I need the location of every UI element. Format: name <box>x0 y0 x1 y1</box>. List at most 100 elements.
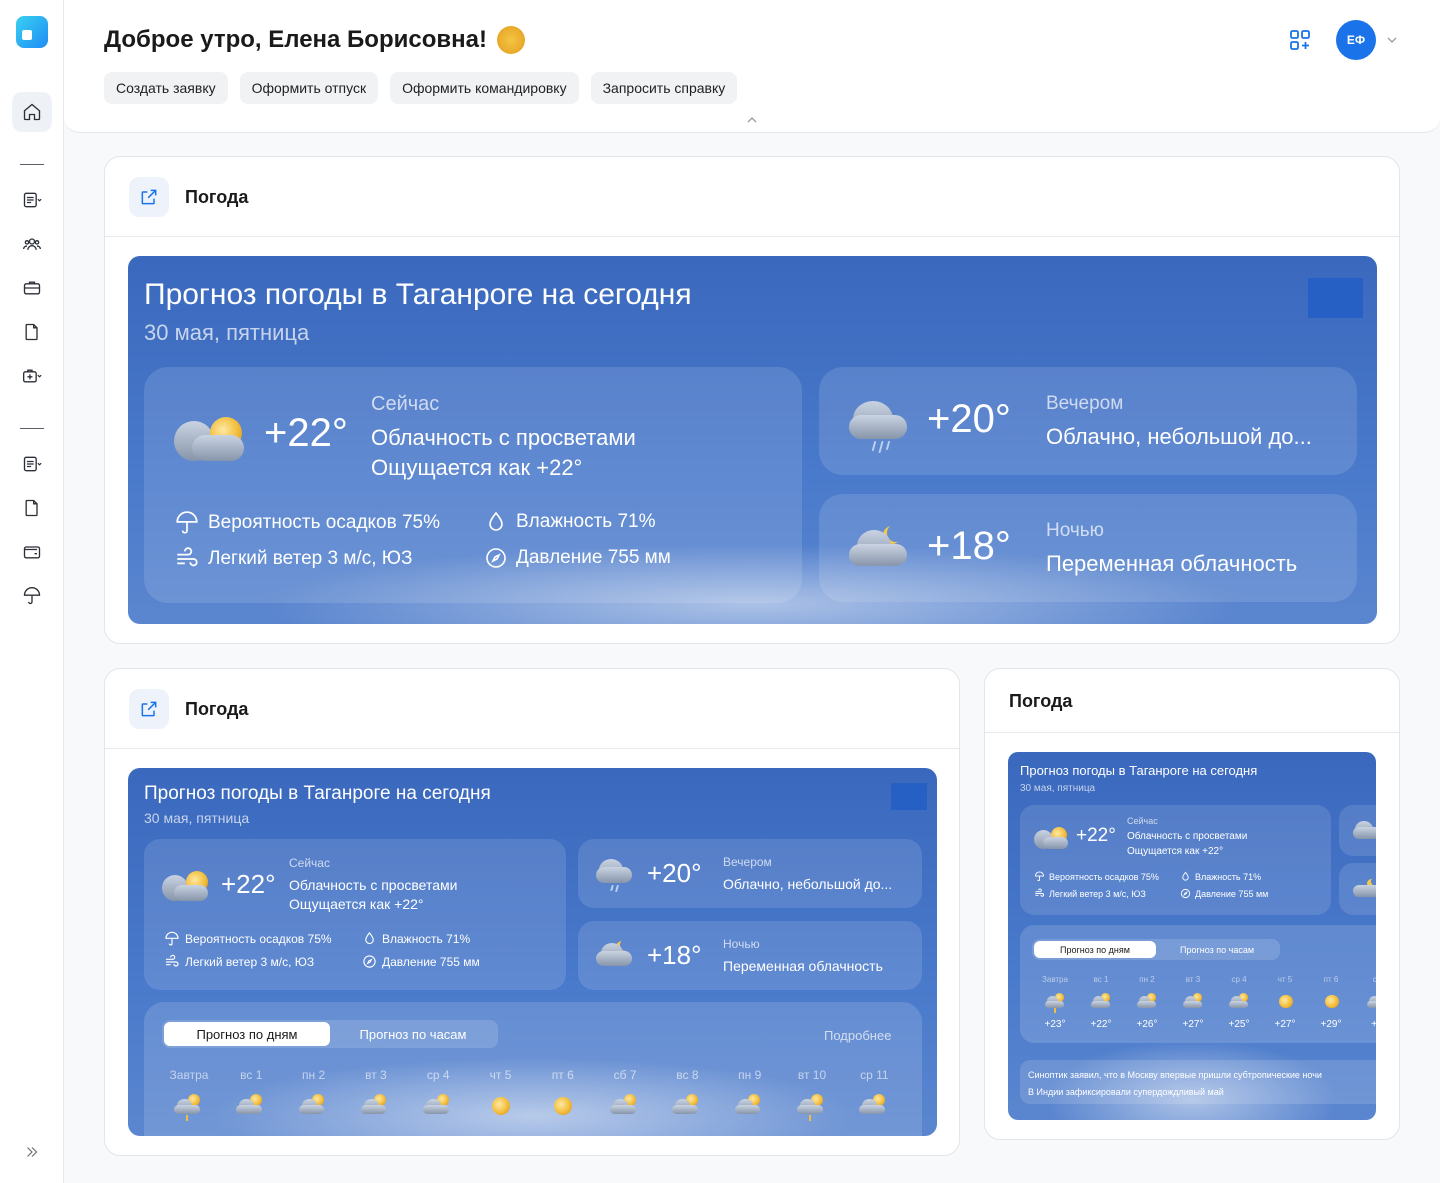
forecast-day[interactable]: пн 2 <box>283 1068 345 1136</box>
tab-days[interactable]: Прогноз по дням <box>1034 941 1156 958</box>
forecast-day[interactable]: пн 2 +26° <box>1124 975 1170 1037</box>
forecast-day[interactable]: ср 11 <box>843 1068 905 1136</box>
forecast-day[interactable]: чт 5 +27° <box>1262 975 1308 1037</box>
forecast-day[interactable]: вт 10 <box>781 1068 843 1136</box>
now-label: Сейчас <box>371 393 440 415</box>
forecast-day-label: чт 5 <box>489 1068 512 1082</box>
request-vacation-button[interactable]: Оформить отпуск <box>239 72 379 104</box>
sidebar-item-people[interactable] <box>12 224 52 264</box>
forecast-panel: Прогноз по дням Прогноз по часам Подробн… <box>144 1002 922 1136</box>
sidebar-expand-button[interactable] <box>20 1140 44 1164</box>
weather-title: Прогноз погоды в Таганроге на сегодня <box>1020 763 1258 778</box>
app-logo[interactable] <box>16 16 48 48</box>
weather-condition-icon <box>174 1094 204 1122</box>
sidebar-item-requests[interactable] <box>12 444 52 484</box>
tab-hours[interactable]: Прогноз по часам <box>330 1022 496 1046</box>
tab-hours[interactable]: Прогноз по часам <box>1156 941 1278 958</box>
night-cloud-icon <box>849 524 909 568</box>
forecast-day-label: ср 4 <box>1231 975 1247 984</box>
chevron-down-icon[interactable] <box>1384 32 1400 48</box>
weather-condition-icon <box>1183 993 1205 1013</box>
forecast-day-label: вт 3 <box>365 1068 387 1082</box>
forecast-day[interactable]: вс 8 <box>656 1068 718 1136</box>
forecast-day-label: вс 1 <box>240 1068 263 1082</box>
now-feels-like: Ощущается как +22° <box>371 455 583 480</box>
now-condition: Облачность с просветами <box>371 425 636 450</box>
open-external-button[interactable] <box>129 177 169 217</box>
pressure-stat: Давление 755 мм <box>362 954 480 969</box>
quick-actions: Создать заявку Оформить отпуск Оформить … <box>104 72 738 104</box>
apps-add-icon[interactable] <box>1288 28 1312 52</box>
request-business-trip-button[interactable]: Оформить командировку <box>390 72 579 104</box>
request-certificate-button[interactable]: Запросить справку <box>590 72 738 104</box>
forecast-day[interactable]: вт 3 <box>345 1068 407 1136</box>
weather-condition-icon <box>1045 993 1067 1013</box>
now-feels-like: Ощущается как +22° <box>289 896 424 912</box>
forecast-day[interactable]: вс 1 +22° <box>1078 975 1124 1037</box>
droplet-icon <box>365 931 374 945</box>
weather-condition-icon <box>1229 993 1251 1013</box>
weather-date: 30 мая, пятница <box>144 320 310 345</box>
user-avatar[interactable]: ЕФ <box>1336 20 1376 60</box>
document-list-icon <box>23 456 42 472</box>
forecast-day[interactable]: сб 7 <box>594 1068 656 1136</box>
evening-condition: Облачно, небольшой до... <box>1046 424 1312 449</box>
sidebar-item-business-trip[interactable] <box>12 268 52 308</box>
more-link[interactable]: Подробнее <box>824 1028 891 1043</box>
weather-now-card: +22° Сейчас Облачность с просветами Ощущ… <box>144 839 566 990</box>
evening-label: Вечером <box>723 855 772 869</box>
now-condition: Облачность с просветами <box>1127 831 1248 842</box>
weather-condition-icon <box>859 1094 889 1122</box>
forecast-day-label: Завтра <box>169 1068 209 1082</box>
sidebar-item-home[interactable] <box>12 92 52 132</box>
sidebar-item-files[interactable] <box>12 312 52 352</box>
forecast-day[interactable]: Завтра +23° <box>1032 975 1078 1037</box>
forecast-day-temp: +29° <box>1320 1019 1342 1030</box>
open-external-button[interactable] <box>129 689 169 729</box>
precipitation-stat: Вероятность осадков 75% <box>174 510 440 536</box>
droplet-icon <box>1182 871 1189 881</box>
humidity-stat: Влажность 71% <box>362 931 470 946</box>
widget-header: Погода <box>105 669 959 749</box>
now-label: Сейчас <box>289 856 330 870</box>
forecast-day-temp: +25° <box>1228 1019 1250 1030</box>
forecast-day[interactable]: сб +3 <box>1354 975 1376 1037</box>
wind-icon <box>166 954 179 967</box>
sidebar-item-wallet[interactable] <box>12 532 52 572</box>
forecast-day-temp: +27° <box>1274 1019 1296 1030</box>
forecast-day[interactable]: пт 6 +29° <box>1308 975 1354 1037</box>
tab-days[interactable]: Прогноз по дням <box>164 1022 330 1046</box>
forecast-day[interactable]: ср 4 +25° <box>1216 975 1262 1037</box>
forecast-day-label: сб <box>1354 975 1376 984</box>
forecast-day[interactable]: пн 9 <box>719 1068 781 1136</box>
create-request-button[interactable]: Создать заявку <box>104 72 228 104</box>
top-header: Доброе утро, Елена Борисовна! Создать за… <box>64 0 1440 133</box>
weather-condition-icon <box>797 1094 827 1122</box>
forecast-day-label: пн 2 <box>1139 975 1155 984</box>
widget-header: Погода <box>105 157 1399 237</box>
sidebar-item-documents[interactable] <box>12 180 52 220</box>
forecast-day-label: пн 2 <box>302 1068 326 1082</box>
forecast-day[interactable]: Завтра <box>158 1068 220 1136</box>
sidebar-item-medical[interactable] <box>12 356 52 396</box>
rain-cloud-icon <box>1353 819 1376 845</box>
wind-stat: Легкий ветер 3 м/с, ЮЗ <box>164 954 314 970</box>
sidebar-item-file[interactable] <box>12 488 52 528</box>
night-cloud-icon <box>1353 877 1376 901</box>
news-item[interactable]: Синоптик заявил, что в Москву впервые пр… <box>1028 1070 1322 1080</box>
weather-panel: Прогноз погоды в Таганроге на сегодня 30… <box>128 256 1377 624</box>
wind-stat: Легкий ветер 3 м/c, ЮЗ <box>1034 888 1146 899</box>
forecast-day[interactable]: вт 3 +27° <box>1170 975 1216 1037</box>
weather-evening-card <box>1339 805 1376 856</box>
sidebar-item-vacation[interactable] <box>12 576 52 616</box>
forecast-day[interactable]: чт 5 <box>470 1068 532 1136</box>
forecast-day-temp: +3 <box>1354 1019 1376 1030</box>
news-item[interactable]: В Индии зафиксировали супердождливый май <box>1028 1087 1224 1097</box>
forecast-day[interactable]: вс 1 <box>220 1068 282 1136</box>
forecast-day-label: вт 3 <box>1185 975 1201 984</box>
sidebar-divider <box>20 164 44 165</box>
forecast-day[interactable]: пт 6 <box>532 1068 594 1136</box>
chevron-up-icon[interactable] <box>744 112 760 128</box>
forecast-day[interactable]: ср 4 <box>407 1068 469 1136</box>
evening-label: Вечером <box>1046 393 1124 414</box>
